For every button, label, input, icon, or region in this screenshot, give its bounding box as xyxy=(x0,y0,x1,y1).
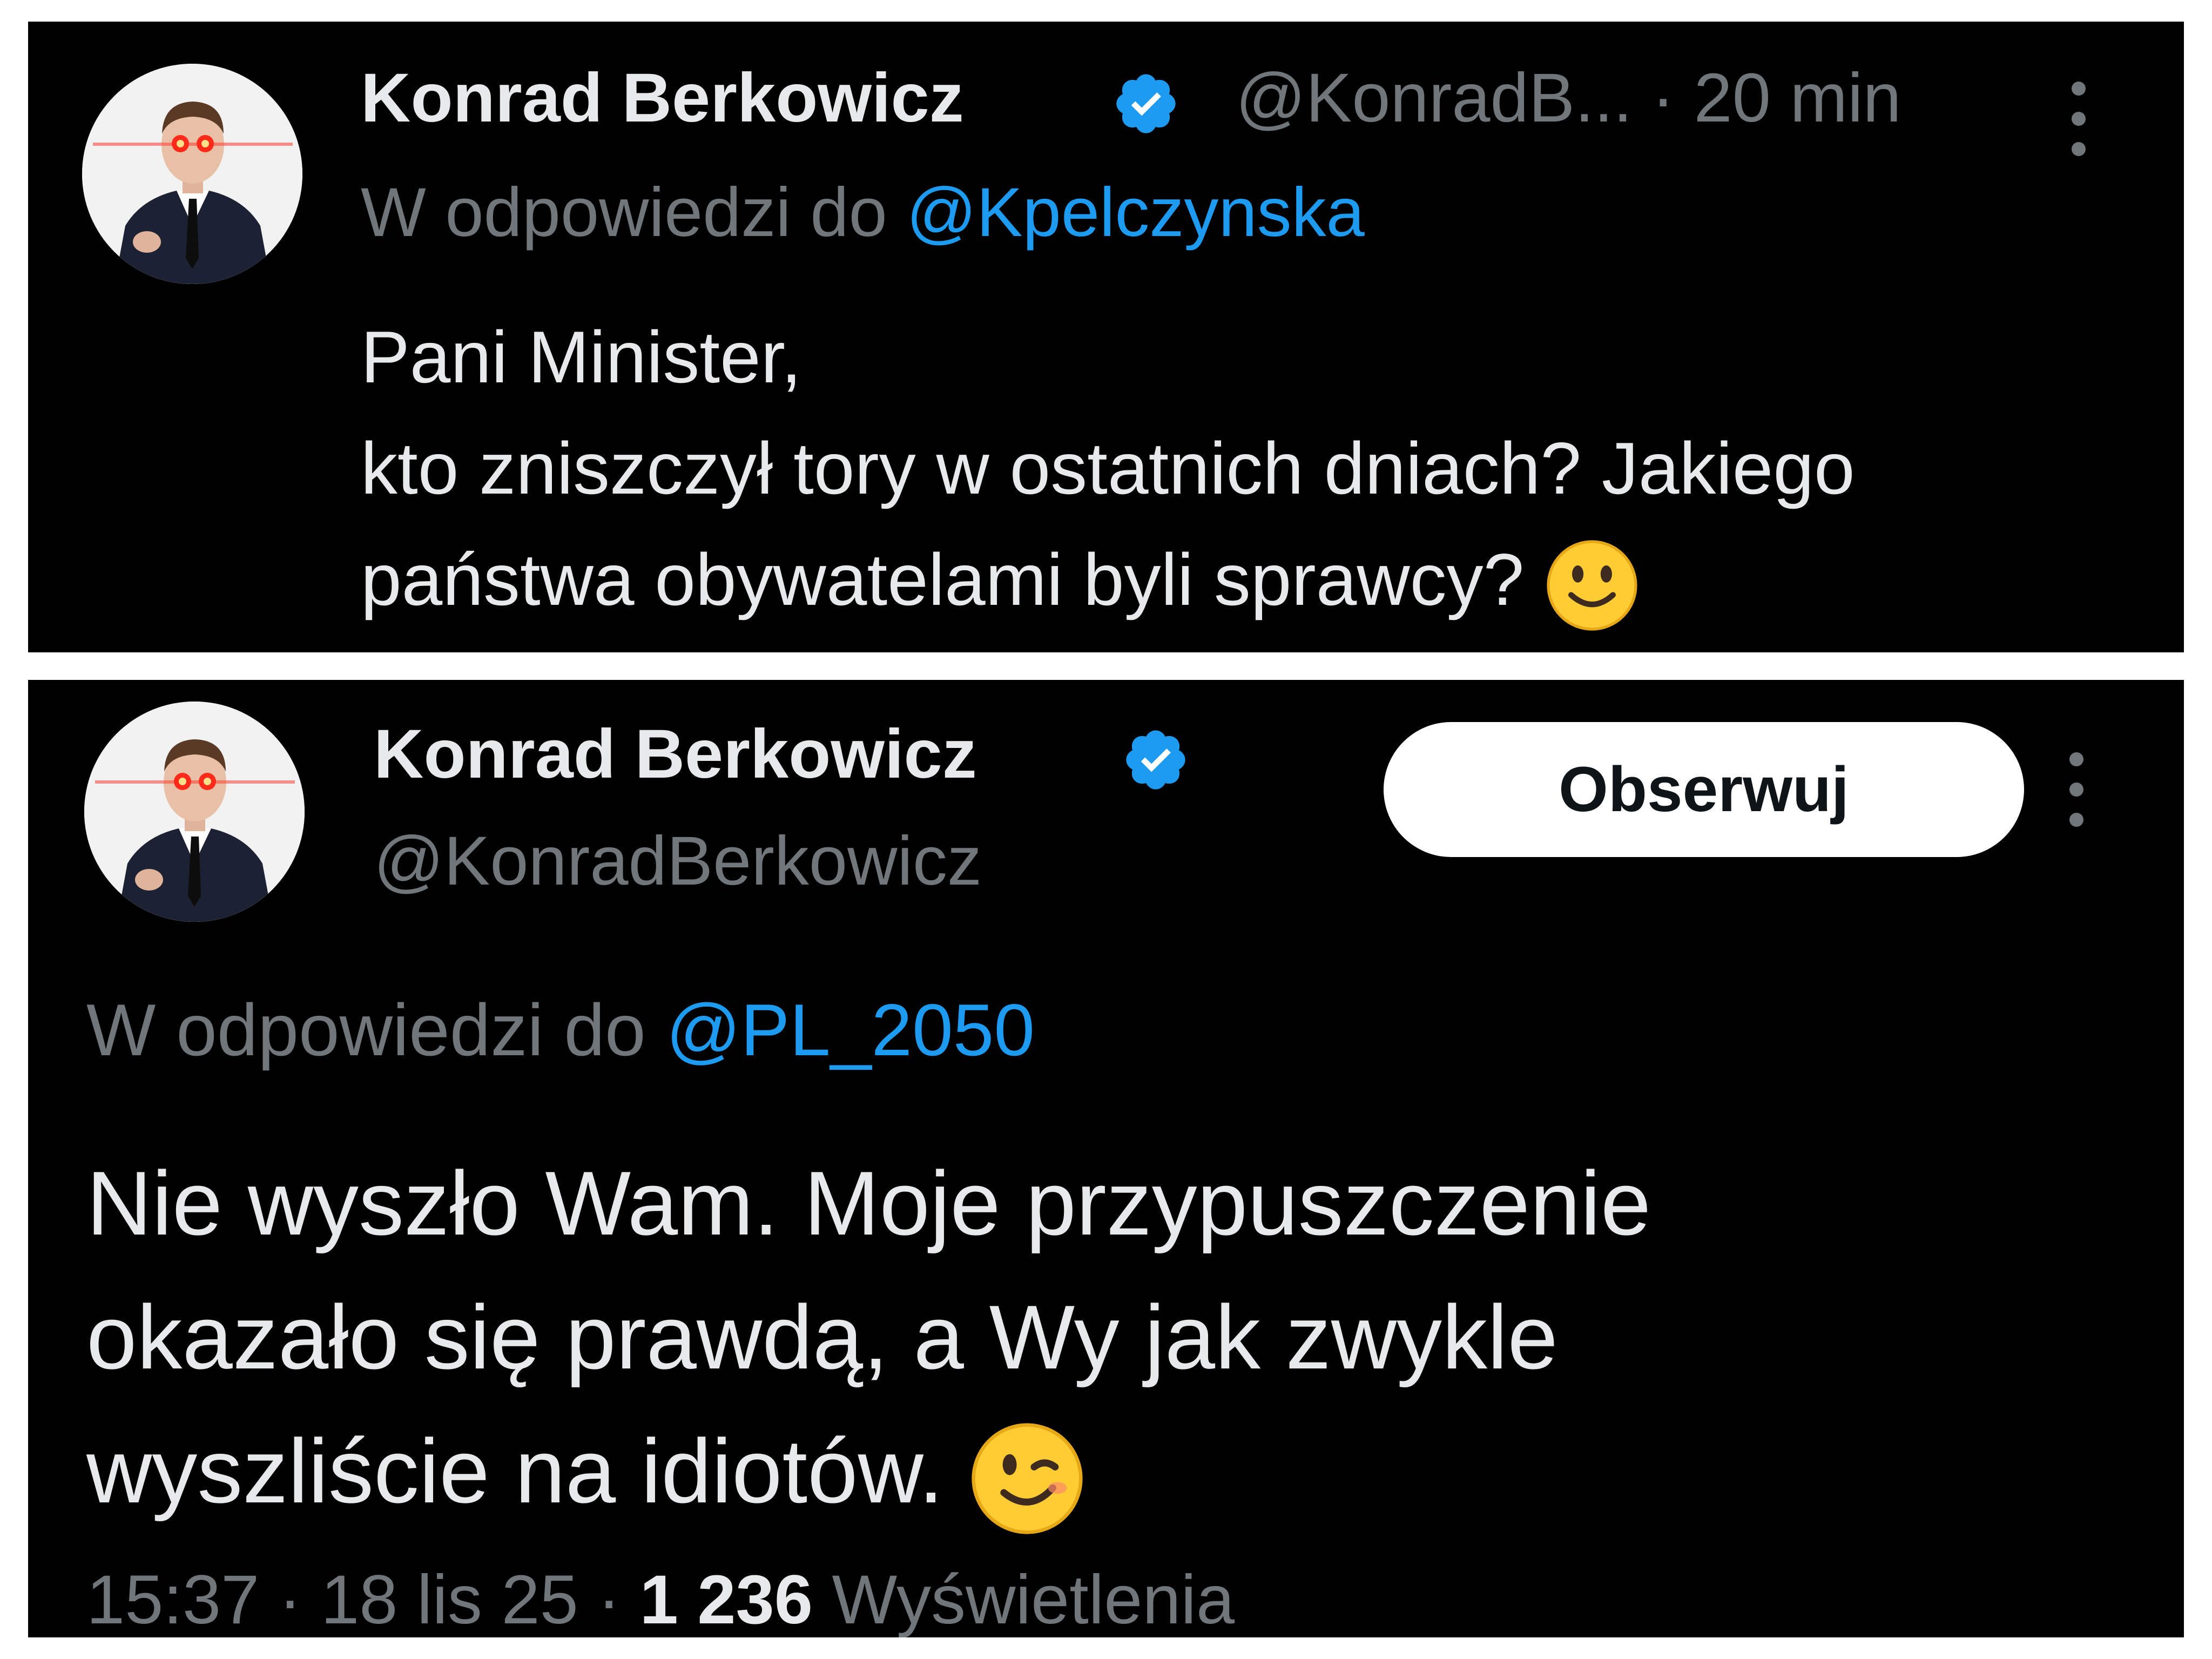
author-avatar[interactable] xyxy=(82,64,302,284)
author-name[interactable]: Konrad Berkowicz xyxy=(374,720,977,789)
tweet-card-reply-kpelczynska: Konrad Berkowicz @KonradB... · 20 min W … xyxy=(28,22,2184,652)
author-handle[interactable]: @KonradB... xyxy=(1236,59,1633,137)
more-vertical-icon[interactable] xyxy=(2067,78,2089,159)
verified-badge-icon xyxy=(1116,74,1176,133)
profile-photo-icon xyxy=(84,702,305,922)
tweet-text-line: Pani Minister, xyxy=(361,316,802,398)
views-label: Wyświetlenia xyxy=(832,1561,1235,1637)
more-vertical-icon[interactable] xyxy=(2065,749,2087,830)
reply-to-mention[interactable]: @PL_2050 xyxy=(666,989,1035,1071)
tweet-text-line: państwa obywatelami byli sprawcy? xyxy=(361,538,1525,621)
tweet-text-line: okazało się prawdą, a Wy jak zwykle xyxy=(86,1286,1558,1388)
tweet-timestamp[interactable]: 20 min xyxy=(1694,59,1901,137)
verified-badge-icon xyxy=(1126,730,1185,790)
tweet-meta: 15:37 · 18 lis 25 · 1 236 Wyświetlenia xyxy=(86,1566,1235,1635)
reply-prefix: W odpowiedzi do xyxy=(361,174,887,251)
tweet-time[interactable]: 15:37 xyxy=(86,1561,259,1637)
tweet-text-line: kto zniszczył tory w ostatnich dniach? J… xyxy=(361,427,1855,509)
author-name[interactable]: Konrad Berkowicz xyxy=(361,64,964,133)
slightly-smiling-face-icon xyxy=(1547,540,1637,631)
reply-to-mention[interactable]: @Kpelczynska xyxy=(906,174,1365,251)
tweet-detail-reply-pl2050: Konrad Berkowicz @KonradBerkowicz Obserw… xyxy=(28,680,2184,1637)
meta-separator: · xyxy=(597,1561,621,1637)
tweet-date[interactable]: 18 lis 25 xyxy=(321,1561,578,1637)
tweet-text-line: Nie wyszło Wam. Moje przypuszczenie xyxy=(86,1152,1651,1254)
reply-prefix: W odpowiedzi do xyxy=(86,989,646,1071)
tweet-text: Nie wyszło Wam. Moje przypuszczenie okaz… xyxy=(86,1136,1651,1538)
profile-photo-icon xyxy=(82,64,302,284)
follow-button[interactable]: Obserwuj xyxy=(1384,722,2024,857)
author-handle[interactable]: @KonradBerkowicz xyxy=(374,827,982,896)
tweet-text: Pani Minister, kto zniszczył tory w osta… xyxy=(361,301,1855,635)
winking-face-icon xyxy=(972,1423,1083,1534)
tweet-text-line: wyszliście na idiotów. xyxy=(86,1420,944,1522)
time-separator: · xyxy=(1651,59,1675,137)
author-avatar[interactable] xyxy=(84,702,305,922)
views-count: 1 236 xyxy=(639,1561,813,1637)
meta-separator: · xyxy=(278,1561,302,1637)
